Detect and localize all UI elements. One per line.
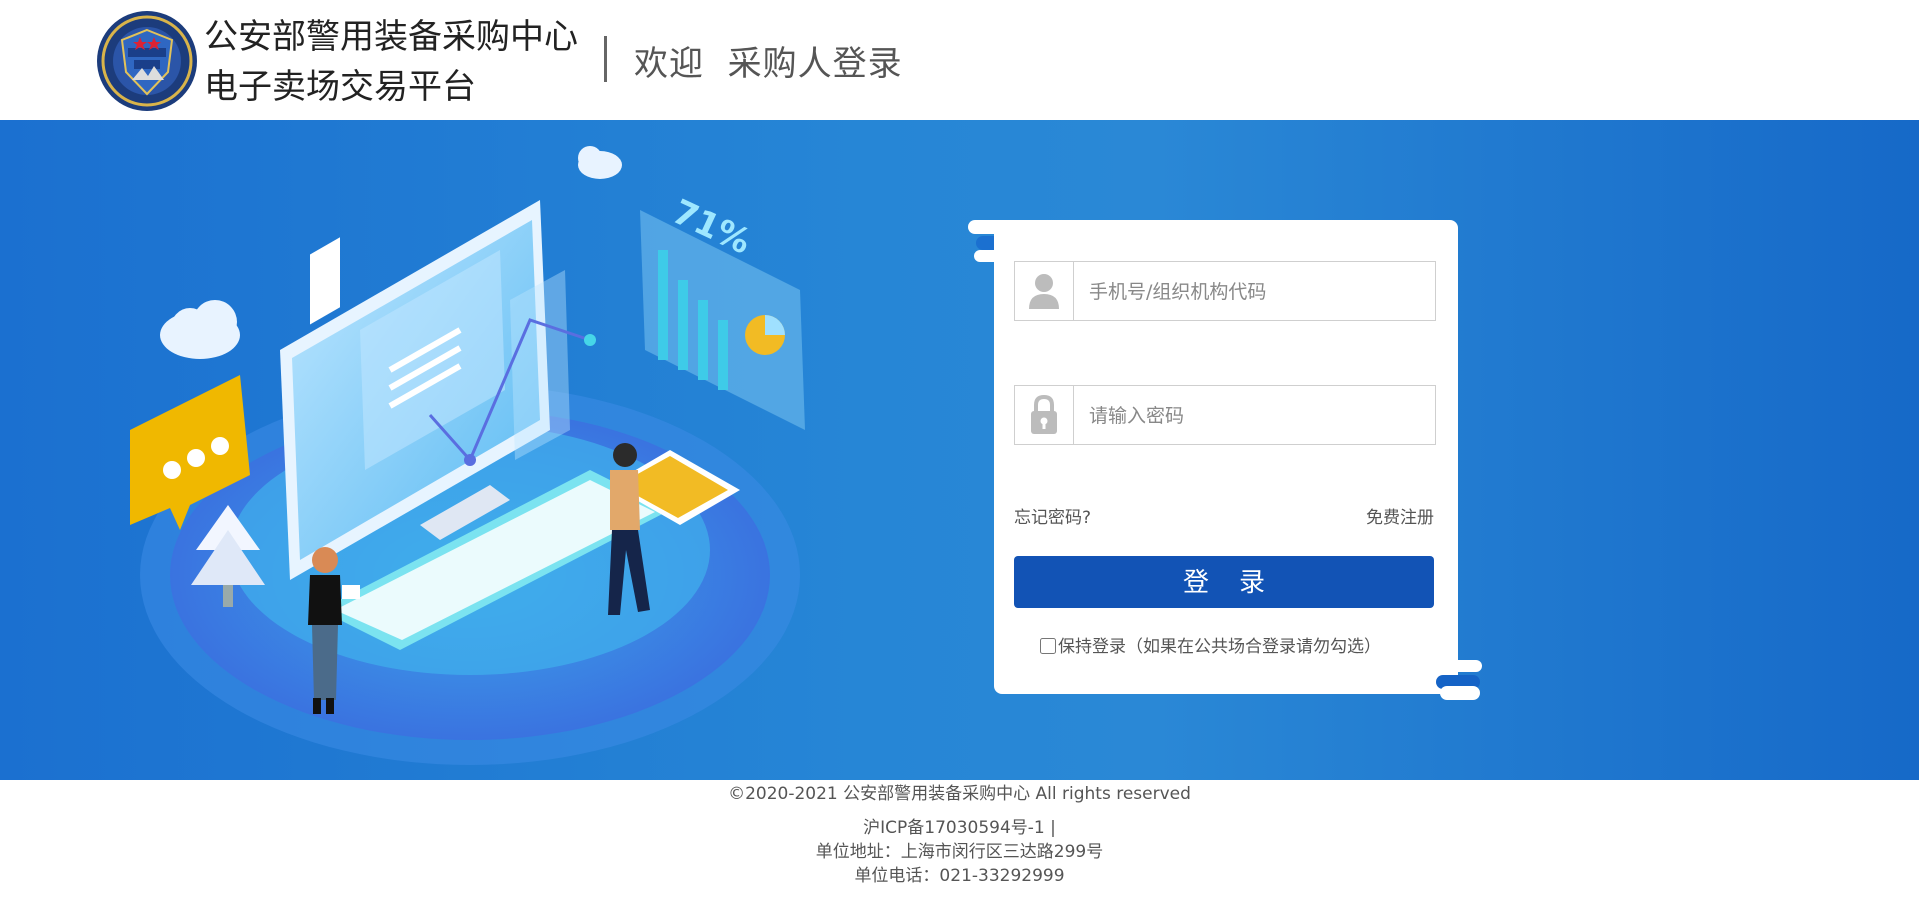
cloud-icon	[578, 146, 622, 179]
welcome-text: 欢迎	[634, 44, 704, 84]
footer-address: 单位地址：上海市闵行区三达路299号	[815, 842, 1104, 862]
page-name-text: 采购人登录	[727, 44, 903, 84]
login-card: 忘记密码? 免费注册 登录 保持登录（如果在公共场合登录请勿勾选）	[994, 220, 1458, 694]
isometric-computer-illustration: 71%	[130, 146, 805, 765]
site-title: 公安部警用装备采购中心 电子卖场交易平台	[204, 12, 578, 112]
police-emblem-logo	[97, 11, 197, 111]
footer-phone: 单位电话：021-33292999	[854, 866, 1065, 886]
keep-login-label[interactable]: 保持登录	[1058, 637, 1126, 657]
page-title: 欢迎 采购人登录	[634, 36, 903, 85]
username-input[interactable]	[1075, 262, 1441, 322]
lock-icon	[1015, 386, 1074, 444]
footer: ©2020-2021 公安部警用装备采购中心 All rights reserv…	[0, 780, 1919, 888]
header: 公安部警用装备采购中心 电子卖场交易平台 欢迎 采购人登录	[0, 0, 1919, 120]
cloud-icon	[160, 300, 240, 359]
site-title-line1: 公安部警用装备采购中心	[204, 17, 578, 57]
register-link[interactable]: 免费注册	[1366, 503, 1434, 528]
header-divider	[604, 36, 607, 82]
keep-login-checkbox[interactable]	[1040, 638, 1056, 654]
footer-icp[interactable]: 沪ICP备17030594号-1 |	[0, 816, 1919, 840]
card-decoration	[1436, 660, 1482, 672]
footer-copyright: ©2020-2021 公安部警用装备采购中心 All rights reserv…	[728, 784, 1191, 804]
bar-chart-panel: 71%	[640, 192, 805, 430]
keep-login-row: 保持登录（如果在公共场合登录请勿勾选）	[1040, 632, 1381, 657]
user-icon	[1015, 262, 1074, 320]
keep-login-hint: （如果在公共场合登录请勿勾选）	[1126, 637, 1381, 657]
login-banner: 71% 手机号/组织机构代码 忘记密码? 免费注册 登录 保持登录（如果在公共场…	[0, 120, 1919, 780]
forgot-password-link[interactable]: 忘记密码?	[1014, 503, 1091, 528]
password-field	[1014, 385, 1441, 446]
password-input[interactable]	[1075, 386, 1441, 446]
login-button[interactable]: 登录	[1014, 556, 1434, 608]
username-field	[1014, 261, 1441, 322]
site-title-line2: 电子卖场交易平台	[204, 67, 476, 107]
card-decoration	[1440, 686, 1480, 700]
